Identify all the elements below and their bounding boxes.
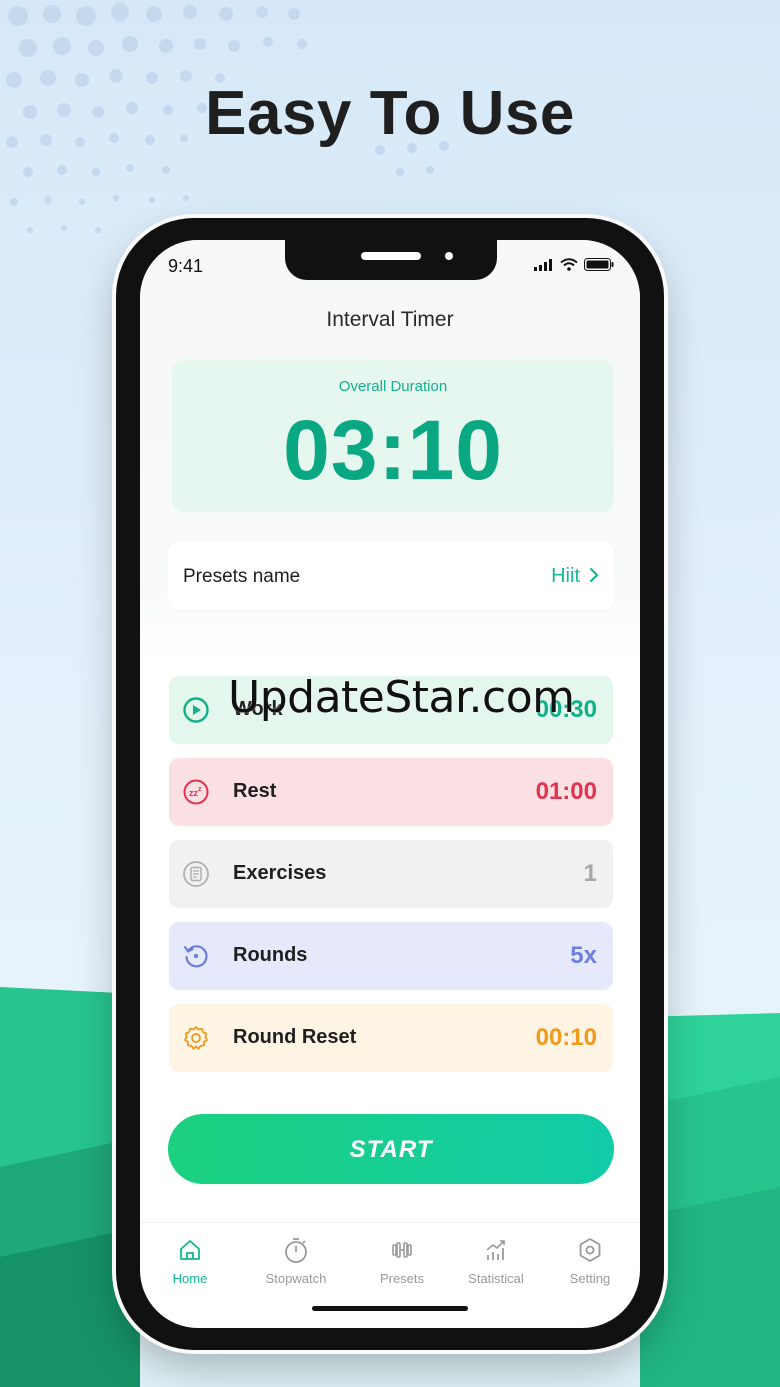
preset-label: Presets name bbox=[183, 566, 301, 587]
dumbbell-icon bbox=[392, 1242, 412, 1258]
svg-text:z: z bbox=[198, 786, 202, 793]
tab-presets[interactable]: Presets bbox=[352, 1235, 452, 1286]
battery-icon bbox=[584, 258, 614, 271]
tab-stopwatch[interactable]: Stopwatch bbox=[246, 1235, 346, 1286]
tab-setting[interactable]: Setting bbox=[540, 1235, 640, 1286]
start-button[interactable]: START bbox=[168, 1114, 614, 1184]
signal-icon bbox=[534, 259, 552, 271]
chart-icon bbox=[486, 1240, 505, 1260]
exercises-label: Exercises bbox=[233, 862, 327, 884]
speaker bbox=[361, 252, 421, 260]
round-reset-label: Round Reset bbox=[233, 1026, 357, 1048]
gear-icon bbox=[184, 1026, 208, 1050]
tab-bar: Home Stopwatch Presets Statistical Setti… bbox=[140, 1222, 640, 1303]
rounds-label: Rounds bbox=[233, 944, 308, 966]
phone-notch bbox=[285, 240, 497, 280]
camera bbox=[445, 252, 453, 260]
phone-frame: 9:41 Interval Timer Overall Duration 03:… bbox=[116, 218, 664, 1350]
round-reset-row[interactable]: Round Reset 00:10 bbox=[169, 1004, 613, 1072]
app-screen: 9:41 Interval Timer Overall Duration 03:… bbox=[140, 240, 640, 1328]
play-circle-icon bbox=[183, 697, 209, 723]
tab-statistical-label: Statistical bbox=[468, 1271, 524, 1286]
exercises-value: 1 bbox=[583, 860, 597, 887]
rest-value: 01:00 bbox=[535, 778, 597, 805]
status-icons bbox=[534, 258, 614, 271]
status-time: 9:41 bbox=[168, 256, 204, 276]
tab-setting-label: Setting bbox=[569, 1271, 611, 1286]
settings-icon bbox=[579, 1238, 601, 1262]
tab-home-label: Home bbox=[172, 1271, 208, 1286]
sleep-icon: zz z bbox=[183, 779, 209, 805]
preset-value: Hiit bbox=[551, 565, 580, 587]
exercises-row[interactable]: Exercises 1 bbox=[169, 840, 613, 908]
overall-duration-value: 03:10 bbox=[283, 403, 503, 497]
list-icon bbox=[183, 861, 209, 887]
overall-duration-label: Overall Duration bbox=[338, 378, 448, 395]
preset-selector[interactable]: Presets name Hiit bbox=[168, 542, 614, 610]
overall-duration-card: Overall Duration 03:10 bbox=[172, 360, 614, 512]
tab-home[interactable]: Home bbox=[140, 1235, 240, 1286]
wifi-icon bbox=[560, 258, 578, 271]
home-indicator bbox=[312, 1306, 468, 1311]
tab-statistical[interactable]: Statistical bbox=[446, 1235, 546, 1286]
rest-row[interactable]: zz z Rest 01:00 bbox=[169, 758, 613, 826]
home-icon bbox=[180, 1240, 200, 1260]
tab-presets-label: Presets bbox=[379, 1271, 425, 1286]
stopwatch-icon bbox=[285, 1238, 307, 1263]
app-title: Interval Timer bbox=[326, 308, 454, 331]
rounds-value: 5x bbox=[570, 942, 597, 969]
headline: Easy To Use bbox=[205, 79, 575, 148]
rest-label: Rest bbox=[233, 780, 277, 802]
round-reset-value: 00:10 bbox=[535, 1024, 597, 1051]
watermark: UpdateStar.com bbox=[228, 672, 575, 723]
rounds-row[interactable]: Rounds 5x bbox=[169, 922, 613, 990]
rotate-icon bbox=[183, 945, 208, 968]
chevron-right-icon bbox=[589, 567, 599, 583]
tab-stopwatch-label: Stopwatch bbox=[265, 1271, 327, 1286]
